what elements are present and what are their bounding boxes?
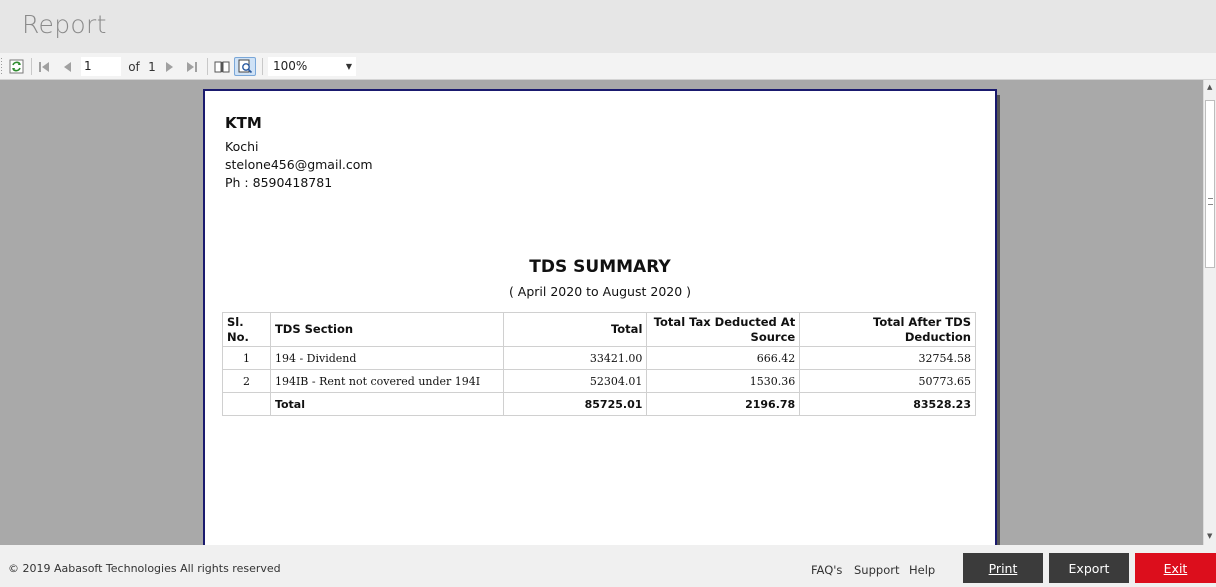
exit-button[interactable]: Exit (1135, 553, 1216, 583)
zoom-select[interactable]: 100% ▼ (268, 57, 356, 76)
refresh-icon[interactable] (7, 57, 26, 76)
header-tax-deducted: Total Tax Deducted At Source (646, 312, 801, 347)
report-page: KTM Kochi stelone456@gmail.com Ph : 8590… (203, 89, 997, 545)
header-tds-section: TDS Section (269, 312, 504, 347)
export-button-label: Export (1068, 560, 1110, 576)
cell-tax-deducted: 1530.36 (646, 369, 801, 393)
cell-total-after-tds: 50773.65 (799, 369, 976, 393)
print-button[interactable]: Print (963, 553, 1043, 583)
table-row: 2 194IB - Rent not covered under 194I 52… (222, 369, 976, 393)
header-total-after-tds: Total After TDS Deduction (799, 312, 976, 347)
scroll-grip-icon (1208, 198, 1213, 205)
table-total-row: Total 85725.01 2196.78 83528.23 (222, 392, 976, 416)
support-link[interactable]: Support (854, 563, 899, 577)
toolbar-separator (207, 58, 208, 75)
table-header-row: Sl. No. TDS Section Total Total Tax Dedu… (222, 312, 976, 347)
last-page-icon[interactable] (184, 57, 200, 76)
scrollbar-thumb[interactable] (1205, 100, 1215, 268)
title-bar: Report (0, 0, 1216, 53)
cell-sl-no: 1 (222, 346, 271, 370)
cell-total: 52304.01 (502, 369, 648, 393)
page-of-label: of (128, 59, 140, 74)
cell-tax-deducted: 666.42 (646, 346, 801, 370)
company-name: KTM (225, 114, 262, 132)
header-sl-no: Sl. No. (222, 312, 271, 347)
scroll-down-icon[interactable]: ▼ (1207, 532, 1212, 540)
toolbar-separator (31, 58, 32, 75)
toolbar-separator (262, 58, 263, 75)
scroll-up-icon[interactable]: ▲ (1207, 83, 1212, 91)
help-link[interactable]: Help (909, 563, 935, 577)
exit-button-label: Exit (1163, 560, 1188, 576)
book-view-icon[interactable] (212, 57, 232, 76)
dropdown-arrow-icon[interactable]: ▼ (346, 57, 352, 76)
cell-total-after-tds: 32754.58 (799, 346, 976, 370)
toolbar-grip (0, 57, 3, 76)
first-page-icon[interactable] (36, 57, 52, 76)
vertical-scrollbar[interactable]: ▲ ▼ (1203, 80, 1216, 545)
prev-page-icon[interactable] (59, 57, 75, 76)
total-label: Total (269, 392, 504, 416)
page-total: 1 (148, 59, 156, 74)
faq-link[interactable]: FAQ's (811, 563, 842, 577)
cell-total: 33421.00 (502, 346, 648, 370)
company-city: Kochi (225, 139, 259, 154)
export-button[interactable]: Export (1049, 553, 1129, 583)
grand-total: 85725.01 (502, 392, 648, 416)
cell-sl-no: 2 (222, 369, 271, 393)
footer: © 2019 Aabasoft Technologies All rights … (0, 545, 1216, 587)
report-toolbar: 1 of 1 100% ▼ (0, 53, 1216, 80)
cell-tds-section: 194IB - Rent not covered under 194I (269, 369, 504, 393)
grand-total-after-tds: 83528.23 (799, 392, 976, 416)
copyright-text: © 2019 Aabasoft Technologies All rights … (8, 562, 281, 575)
report-title: TDS SUMMARY (529, 257, 671, 277)
page-number-input[interactable]: 1 (81, 57, 121, 76)
window-title: Report (22, 10, 107, 39)
grand-tax-deducted: 2196.78 (646, 392, 801, 416)
print-button-label: Print (988, 560, 1018, 576)
tds-summary-table: Sl. No. TDS Section Total Total Tax Dedu… (222, 312, 976, 416)
company-email: stelone456@gmail.com (225, 157, 373, 172)
cell-tds-section: 194 - Dividend (269, 346, 504, 370)
table-row: 1 194 - Dividend 33421.00 666.42 32754.5… (222, 346, 976, 370)
company-phone: Ph : 8590418781 (225, 175, 333, 190)
zoom-value: 100% (273, 59, 308, 73)
header-total: Total (502, 312, 648, 347)
next-page-icon[interactable] (162, 57, 178, 76)
report-viewer: KTM Kochi stelone456@gmail.com Ph : 8590… (0, 80, 1203, 545)
print-layout-icon[interactable] (234, 57, 256, 76)
report-period: ( April 2020 to August 2020 ) (508, 284, 692, 299)
cell-sl-no (222, 392, 271, 416)
